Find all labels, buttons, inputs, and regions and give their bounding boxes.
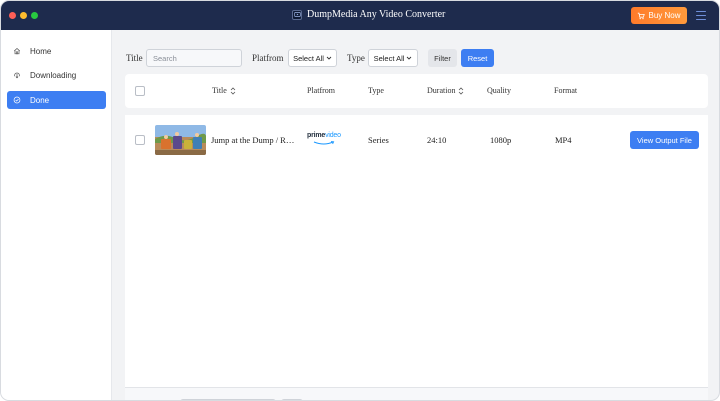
reset-button[interactable]: Reset: [461, 49, 494, 67]
search-input[interactable]: [146, 49, 242, 67]
home-icon: [13, 47, 21, 55]
column-header-label: Duration: [427, 86, 456, 95]
title-bar: DumpMedia Any Video Converter Buy Now: [1, 1, 719, 30]
column-header-type: Type: [368, 86, 384, 95]
app-window: DumpMedia Any Video Converter Buy Now Ho…: [0, 0, 720, 401]
filter-button[interactable]: Filter: [428, 49, 457, 67]
column-header-label: Quality: [487, 86, 511, 95]
close-window-button[interactable]: [9, 12, 16, 19]
column-header-platform: Platfrom: [307, 86, 335, 95]
type-filter-label: Type: [347, 53, 365, 63]
cart-icon: [638, 12, 646, 19]
row-checkbox[interactable]: [135, 135, 145, 145]
video-duration: 24:10: [427, 135, 447, 145]
sort-icon: [230, 86, 236, 95]
sidebar-item-label: Done: [30, 95, 50, 105]
column-header-label: Title: [212, 86, 227, 95]
hamburger-menu-icon[interactable]: [696, 11, 706, 20]
sidebar-item-downloading[interactable]: Downloading: [7, 66, 106, 84]
prime-logo-main: prime: [307, 132, 326, 139]
select-all-checkbox[interactable]: [135, 86, 145, 96]
sidebar-item-label: Downloading: [30, 70, 77, 80]
column-header-label: Type: [368, 86, 384, 95]
chevron-down-icon: [326, 56, 332, 60]
minimize-window-button[interactable]: [20, 12, 27, 19]
buy-now-button[interactable]: Buy Now: [631, 7, 687, 24]
sidebar-item-home[interactable]: Home: [7, 42, 106, 60]
column-header-duration[interactable]: Duration: [427, 86, 464, 95]
type-select-value: Select All: [373, 53, 405, 63]
maximize-window-button[interactable]: [31, 12, 38, 19]
video-quality: 1080p: [490, 135, 512, 145]
check-circle-icon: [13, 96, 21, 104]
type-select[interactable]: Select All: [368, 49, 418, 67]
buy-now-label: Buy Now: [648, 11, 681, 20]
sidebar: Home Downloading Done: [1, 30, 112, 400]
title-filter-label: Title: [126, 53, 143, 63]
pagination-bar: [125, 387, 708, 400]
column-header-label: Platfrom: [307, 86, 335, 95]
table-header: Title Platfrom Type Duration Quality For…: [125, 74, 708, 108]
table-row: Jump at the Dump / R… primevideo Series …: [125, 115, 708, 165]
video-format: MP4: [555, 135, 572, 145]
column-header-title[interactable]: Title: [212, 86, 236, 95]
sidebar-item-done[interactable]: Done: [7, 91, 106, 109]
column-header-format: Format: [554, 86, 577, 95]
app-logo-icon: [292, 9, 302, 20]
prime-logo-sub: video: [325, 132, 341, 139]
video-title: Jump at the Dump / R…: [211, 135, 295, 145]
platform-select-value: Select All: [293, 53, 324, 63]
column-header-label: Format: [554, 86, 578, 95]
chevron-down-icon: [407, 56, 412, 60]
sort-icon: [459, 86, 464, 95]
table-body: Jump at the Dump / R… primevideo Series …: [125, 115, 708, 387]
video-thumbnail: [155, 125, 206, 155]
sidebar-item-label: Home: [30, 46, 52, 56]
video-type: Series: [368, 135, 389, 145]
view-output-file-button[interactable]: View Output File: [630, 131, 699, 149]
platform-select[interactable]: Select All: [288, 49, 337, 67]
prime-video-logo: primevideo: [307, 132, 345, 148]
download-icon: [14, 72, 20, 79]
platform-filter-label: Platfrom: [252, 53, 284, 63]
app-title: DumpMedia Any Video Converter: [292, 9, 445, 20]
column-header-quality: Quality: [487, 86, 511, 95]
app-title-text: DumpMedia Any Video Converter: [307, 9, 446, 20]
